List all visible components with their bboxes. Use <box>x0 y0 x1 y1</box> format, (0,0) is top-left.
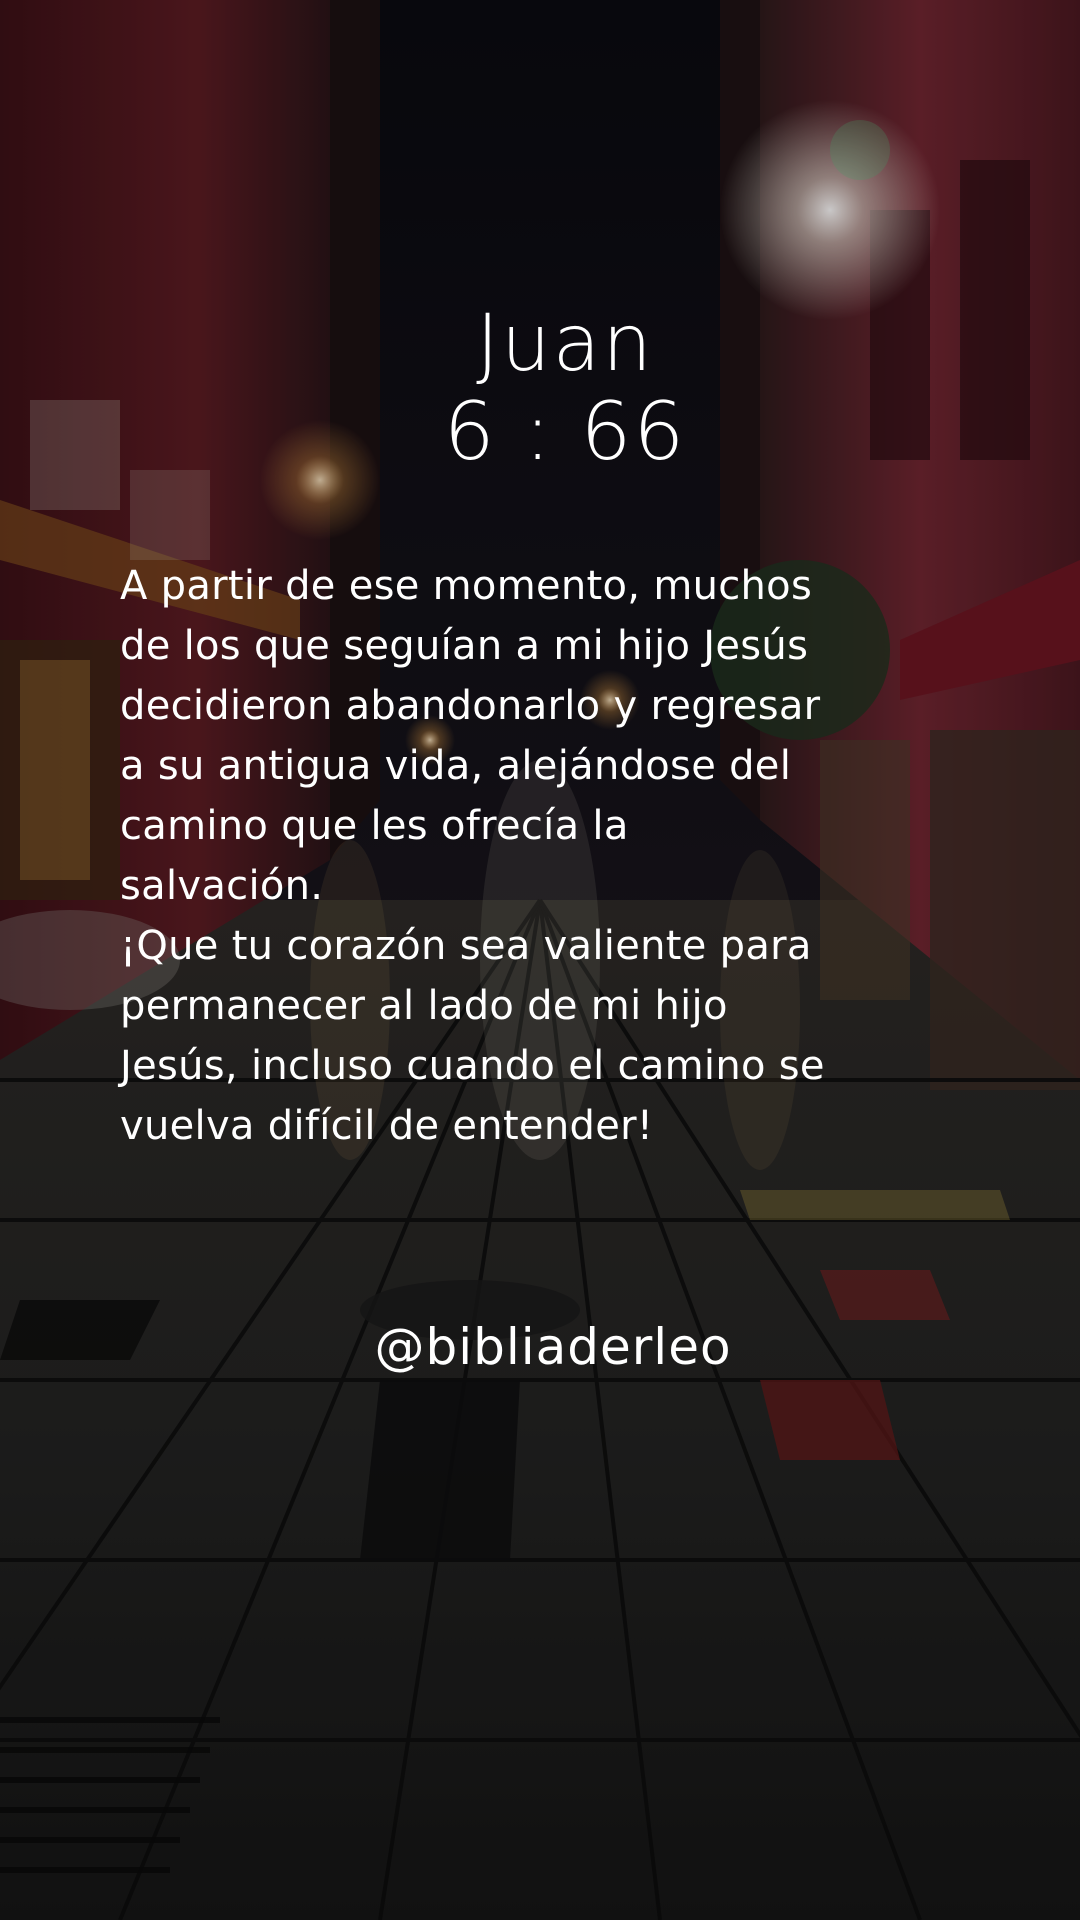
verse-paragraph: A partir de ese momento, muchos de los q… <box>120 563 821 909</box>
book-name: Juan <box>476 299 654 389</box>
verse-paragraph: ¡Que tu corazón sea valiente para perman… <box>120 923 825 1149</box>
verse-text: A partir de ese momento, muchos de los q… <box>120 556 840 1156</box>
verse-reference: Juan 6 : 66 <box>0 300 1080 476</box>
chapter-verse: 6 : 66 <box>443 385 687 478</box>
verse-card: Juan 6 : 66 A partir de ese momento, muc… <box>0 0 1080 1920</box>
author-handle: @bibliaderleo <box>374 1318 732 1376</box>
